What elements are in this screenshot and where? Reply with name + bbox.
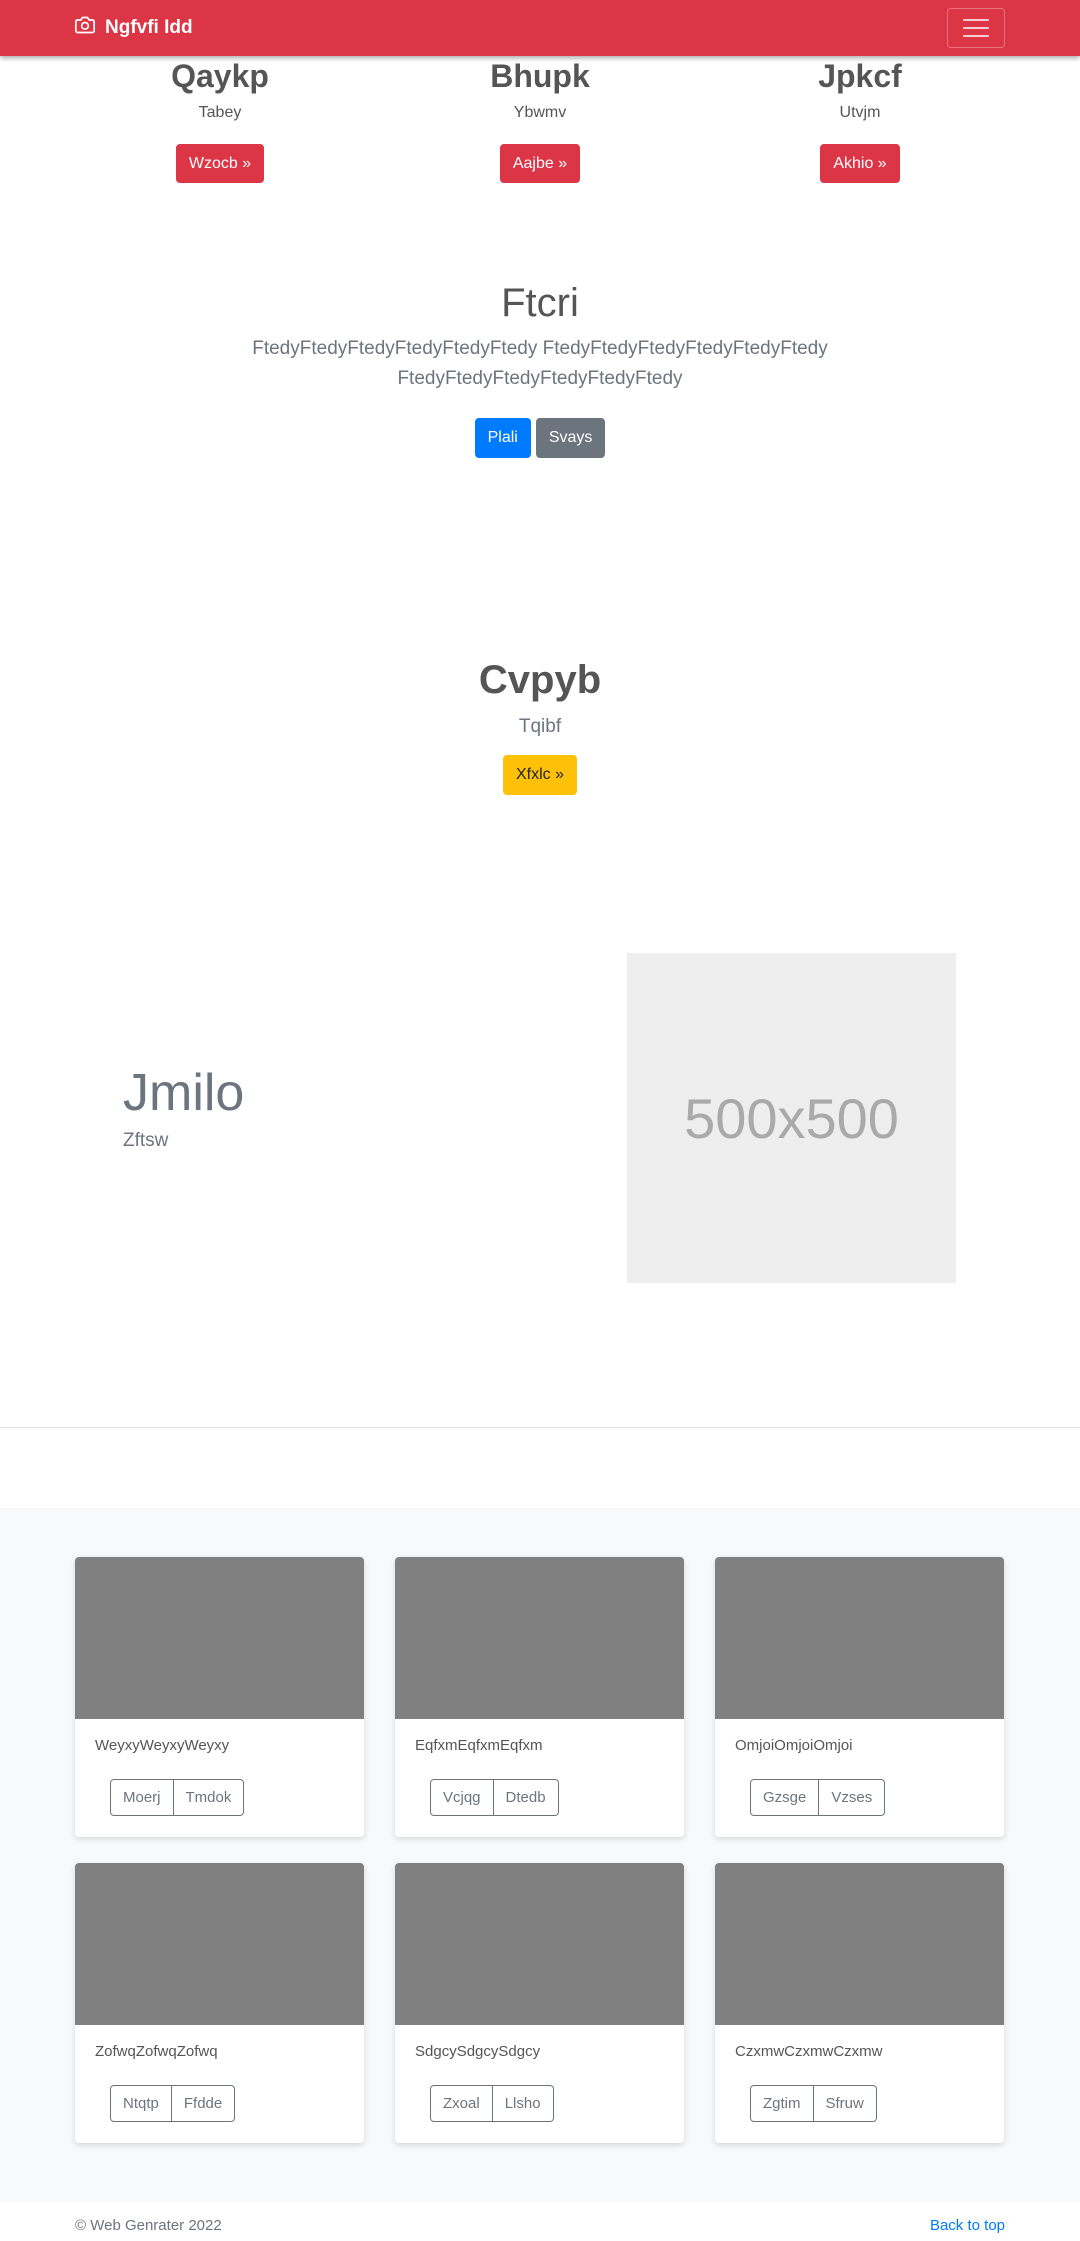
feature-text: Tqibf [518,716,562,737]
card-text: OmjoiOmjoiOmjoi [735,1737,853,1754]
card-text: EqfxmEqfxmEqfxm [415,1737,543,1754]
card-edit-button[interactable]: Vzses [819,1779,886,1816]
card-thumbnail [395,1557,684,1719]
hero-buttons: Plali Svays [0,418,1080,458]
split-title: Jmilo [123,1064,245,1122]
column-text: Tabey [198,104,242,121]
divider [0,1427,1080,1428]
card-thumbnail [395,1863,684,2025]
column-button[interactable]: Akhio » [820,144,900,183]
card-view-button[interactable]: Ntqtp [110,2085,172,2122]
card-edit-button[interactable]: Tmdok [173,1779,245,1816]
column-button[interactable]: Wzocb » [175,144,265,183]
camera-icon [75,15,95,41]
card-view-button[interactable]: Moerj [110,1779,174,1816]
hero-secondary-button[interactable]: Svays [535,418,606,458]
split-text-block: Jmilo Zftsw [123,1060,244,1152]
card-edit-button[interactable]: Sfruw [813,2085,877,2122]
feature-button[interactable]: Xfxlc » [502,755,577,795]
column-3: Jpkcf Utvjm Akhio » [710,55,1010,183]
card-text: ZofwqZofwqZofwq [95,2043,218,2060]
card: OmjoiOmjoiOmjoi Gzsge Vzses [715,1557,1004,1837]
card-text: CzxmwCzxmwCzxmw [735,2043,883,2060]
column-2: Bhupk Ybwmv Aajbe » [390,55,690,183]
card-view-button[interactable]: Zgtim [750,2085,814,2122]
card-view-button[interactable]: Gzsge [750,1779,820,1816]
brand-link[interactable]: Ngfvfi Idd [75,0,193,56]
column-text: Ybwmv [513,104,567,121]
card-thumbnail [75,1863,364,2025]
column-title: Qaykp [171,58,269,94]
hamburger-icon-line [963,19,989,21]
navbar: Ngfvfi Idd [0,0,1080,56]
column-title: Bhupk [490,58,590,94]
card-edit-button[interactable]: Ffdde [171,2085,236,2122]
card-view-button[interactable]: Vcjqg [430,1779,494,1816]
card-text: WeyxyWeyxyWeyxy [95,1737,230,1754]
card-button-group: Zxoal Llsho [430,2085,554,2122]
card-button-group: Ntqtp Ffdde [110,2085,236,2122]
card-text: SdgcySdgcySdgcy [415,2043,541,2060]
card: SdgcySdgcySdgcy Zxoal Llsho [395,1863,684,2143]
card-view-button[interactable]: Zxoal [430,2085,493,2122]
hero-section: Ftcri FtedyFtedyFtedyFtedyFtedyFtedy Fte… [0,276,1080,458]
card-button-group: Zgtim Sfruw [750,2085,877,2122]
card-button-group: Vcjqg Dtedb [430,1779,559,1816]
hero-primary-button[interactable]: Plali [474,418,531,458]
footer-copyright: © Web Genrater 2022 [75,2217,222,2234]
brand-name: Ngfvfi Idd [105,17,193,38]
card: ZofwqZofwqZofwq Ntqtp Ffdde [75,1863,364,2143]
hero-title: Ftcri [501,281,579,325]
feature-title: Cvpyb [478,658,602,702]
card-thumbnail [715,1557,1004,1719]
card-edit-button[interactable]: Dtedb [493,1779,559,1816]
card-button-group: Gzsge Vzses [750,1779,886,1816]
placeholder-label: 500x500 [684,1086,899,1150]
back-to-top-link[interactable]: Back to top [930,2217,1005,2234]
card-thumbnail [715,1863,1004,2025]
card: EqfxmEqfxmEqfxm Vcjqg Dtedb [395,1557,684,1837]
card: CzxmwCzxmwCzxmw Zgtim Sfruw [715,1863,1004,2143]
album-section: WeyxyWeyxyWeyxy Moerj Tmdok EqfxmEqfxmEq… [0,1508,1080,2202]
hamburger-icon-line [963,35,989,37]
navbar-toggler-button[interactable] [947,8,1005,48]
placeholder-image: 500x500 [627,953,956,1283]
card: WeyxyWeyxyWeyxy Moerj Tmdok [75,1557,364,1837]
card-button-group: Moerj Tmdok [110,1779,245,1816]
card-thumbnail [75,1557,364,1719]
hamburger-icon-line [963,27,989,29]
column-text: Utvjm [839,104,881,121]
split-text: Zftsw [123,1130,169,1151]
card-edit-button[interactable]: Llsho [492,2085,554,2122]
column-title: Jpkcf [818,58,902,94]
column-button[interactable]: Aajbe » [499,144,581,183]
column-1: Qaykp Tabey Wzocb » [70,55,370,183]
hero-lead: FtedyFtedyFtedyFtedyFtedyFtedy FtedyFted… [252,338,828,389]
feature-section: Cvpyb Tqibf Xfxlc » [0,652,1080,795]
